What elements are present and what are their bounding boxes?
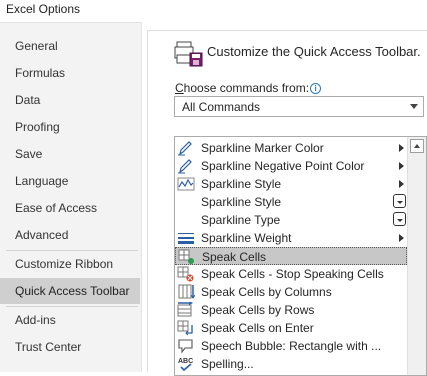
speak-cells-icon — [178, 249, 196, 265]
pen-icon — [177, 140, 195, 156]
choose-commands-label-accesskey: C — [175, 81, 184, 95]
list-item[interactable]: Speak Cells by Columns — [175, 283, 407, 301]
sidebar-border — [141, 22, 142, 371]
list-item-label: Speak Cells - Stop Speaking Cells — [201, 267, 384, 281]
sidebar-item-general[interactable]: General — [0, 33, 140, 59]
choose-commands-select[interactable]: All Commands — [174, 96, 424, 117]
choose-commands-value: All Commands — [182, 100, 261, 114]
list-item-label: Speak Cells by Rows — [201, 303, 315, 317]
pen-icon — [177, 158, 195, 174]
info-icon[interactable]: i — [310, 83, 322, 94]
list-item-label: Sparkline Negative Point Color — [201, 159, 365, 173]
dropdown-icon — [393, 212, 406, 226]
list-item-label: Speak Cells by Columns — [201, 285, 332, 299]
list-item-label: Speech Bubble: Rectangle with ... — [201, 339, 382, 353]
weight-icon — [177, 230, 195, 246]
list-item[interactable]: Sparkline Weight — [175, 229, 407, 247]
speak-columns-icon — [177, 284, 196, 300]
sidebar-item-ease-of-access[interactable]: Ease of Access — [0, 195, 140, 221]
list-item-selected[interactable]: Speak Cells — [175, 247, 407, 265]
quick-access-toolbar-icon — [174, 40, 204, 68]
list-item-label: Sparkline Weight — [201, 231, 292, 245]
list-item[interactable]: Sparkline Type — [175, 211, 407, 229]
sidebar: General Formulas Data Proofing Save Lang… — [0, 22, 142, 372]
list-item-label: Sparkline Marker Color — [201, 141, 324, 155]
list-item[interactable]: Sparkline Style — [175, 193, 407, 211]
list-item[interactable]: ABC Spelling... — [175, 355, 407, 373]
dropdown-icon — [393, 194, 406, 208]
sidebar-item-quick-access-toolbar[interactable]: Quick Access Toolbar — [0, 278, 140, 304]
list-item-label: Spelling... — [201, 357, 254, 371]
list-item[interactable]: Speech Bubble: Rectangle with ... — [175, 337, 407, 355]
sidebar-item-advanced[interactable]: Advanced — [0, 222, 140, 248]
page-title: Customize the Quick Access Toolbar. — [207, 44, 421, 59]
submenu-arrow-icon — [399, 234, 404, 242]
choose-commands-label: Choose commands from: i — [175, 81, 322, 95]
list-item[interactable]: Speak Cells - Stop Speaking Cells — [175, 265, 407, 283]
speak-rows-icon — [177, 301, 195, 318]
sidebar-item-save[interactable]: Save — [0, 141, 140, 167]
speech-bubble-icon — [177, 338, 195, 354]
submenu-arrow-icon — [399, 180, 404, 188]
sidebar-item-proofing[interactable]: Proofing — [0, 114, 140, 140]
submenu-arrow-icon — [399, 162, 404, 170]
chevron-down-icon[interactable] — [410, 104, 418, 109]
sidebar-item-add-ins[interactable]: Add-ins — [0, 307, 140, 333]
list-scrollbar[interactable] — [407, 137, 426, 375]
scroll-up-button[interactable] — [410, 139, 424, 153]
commands-list[interactable]: Sparkline Marker Color Sparkline Negativ… — [174, 136, 427, 376]
title-bar: Excel Options — [0, 0, 427, 22]
choose-commands-label-text: hoose commands from: — [183, 81, 310, 95]
list-item[interactable]: Sparkline Negative Point Color — [175, 157, 407, 175]
window-title: Excel Options — [6, 2, 81, 16]
list-item-label: Sparkline Type — [201, 213, 281, 227]
speak-enter-icon — [177, 320, 195, 336]
spelling-icon: ABC — [177, 356, 195, 372]
submenu-arrow-icon — [399, 144, 404, 152]
list-item[interactable]: Sparkline Marker Color — [175, 139, 407, 157]
list-item[interactable]: Speak Cells by Rows — [175, 301, 407, 319]
sidebar-item-customize-ribbon[interactable]: Customize Ribbon — [0, 251, 140, 277]
sidebar-item-language[interactable]: Language — [0, 168, 140, 194]
list-item-label: Sparkline Style — [201, 195, 282, 209]
list-item-label: Speak Cells — [202, 250, 267, 264]
sidebar-item-formulas[interactable]: Formulas — [0, 60, 140, 86]
sidebar-item-data[interactable]: Data — [0, 87, 140, 113]
sparkline-icon — [177, 176, 195, 192]
list-item[interactable]: Sparkline Style — [175, 175, 407, 193]
list-item-label: Sparkline Style — [201, 177, 282, 191]
speak-stop-icon — [177, 266, 195, 282]
list-item[interactable]: Speak Cells on Enter — [175, 319, 407, 337]
sidebar-item-trust-center[interactable]: Trust Center — [0, 334, 140, 360]
list-item-label: Speak Cells on Enter — [201, 321, 314, 335]
